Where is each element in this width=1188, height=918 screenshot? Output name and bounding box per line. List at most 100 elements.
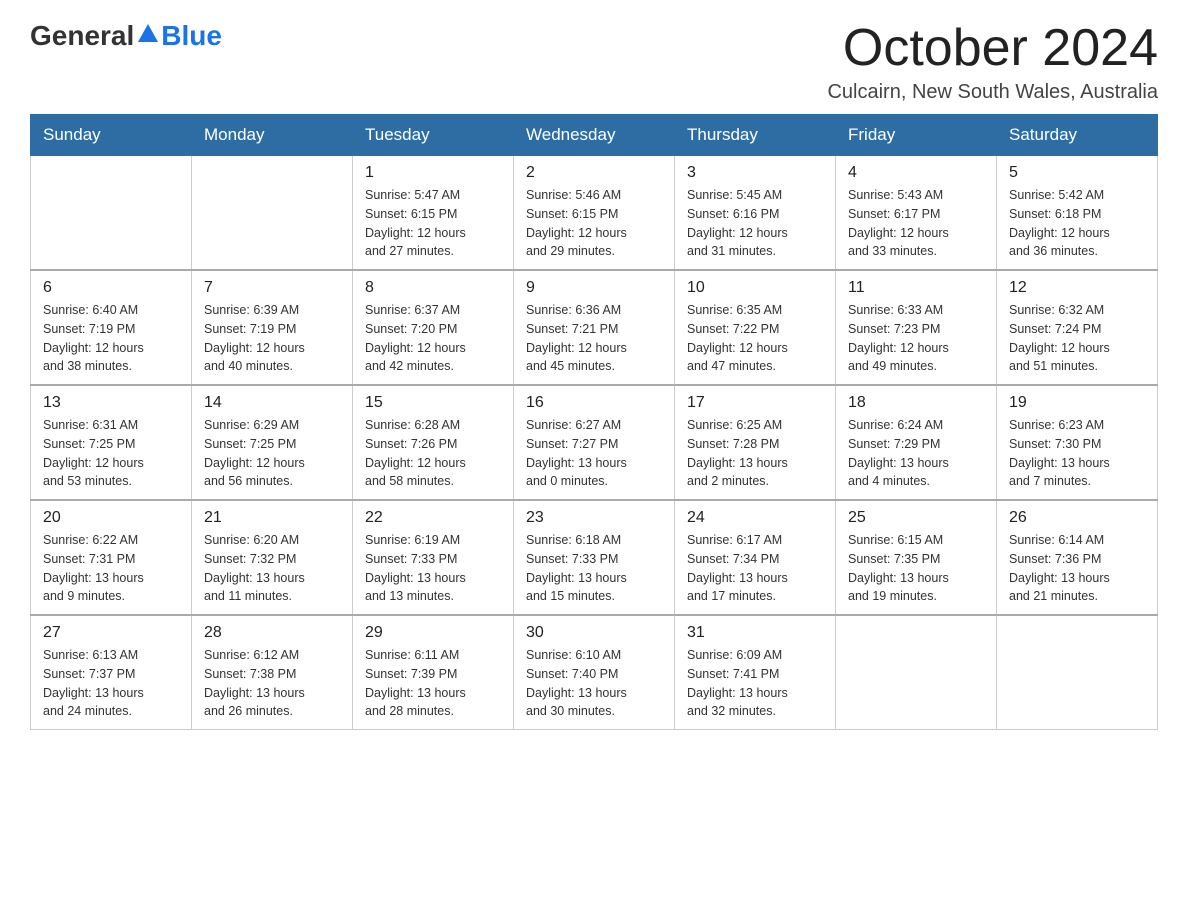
day-detail: Sunrise: 5:45 AM Sunset: 6:16 PM Dayligh… — [687, 186, 823, 261]
col-saturday: Saturday — [997, 115, 1158, 156]
month-title: October 2024 — [827, 20, 1158, 77]
day-number: 20 — [43, 509, 179, 527]
day-detail: Sunrise: 6:11 AM Sunset: 7:39 PM Dayligh… — [365, 646, 501, 721]
table-row: 17 Sunrise: 6:25 AM Sunset: 7:28 PM Dayli… — [675, 385, 836, 500]
table-row: 29 Sunrise: 6:11 AM Sunset: 7:39 PM Dayli… — [353, 615, 514, 730]
day-number: 28 — [204, 624, 340, 642]
table-row: 28 Sunrise: 6:12 AM Sunset: 7:38 PM Dayli… — [192, 615, 353, 730]
table-row: 22Sunrise: 6:19 AM Sunset: 7:33 PM Dayli… — [353, 500, 514, 615]
table-row: 3 Sunrise: 5:45 AM Sunset: 6:16 PM Daylig… — [675, 156, 836, 271]
day-detail: Sunrise: 6:27 AM Sunset: 7:27 PM Dayligh… — [526, 416, 662, 491]
col-tuesday: Tuesday — [353, 115, 514, 156]
logo-triangle-icon — [136, 22, 160, 46]
day-number: 4 — [848, 164, 984, 182]
day-detail: Sunrise: 5:47 AM Sunset: 6:15 PM Dayligh… — [365, 186, 501, 261]
calendar-table: Sunday Monday Tuesday Wednesday Thursday… — [30, 114, 1158, 730]
day-number: 23 — [526, 509, 662, 527]
day-number: 31 — [687, 624, 823, 642]
day-detail: Sunrise: 6:28 AM Sunset: 7:26 PM Dayligh… — [365, 416, 501, 491]
day-number: 5 — [1009, 164, 1145, 182]
day-detail: Sunrise: 6:33 AM Sunset: 7:23 PM Dayligh… — [848, 301, 984, 376]
day-number: 2 — [526, 164, 662, 182]
day-number: 7 — [204, 279, 340, 297]
calendar-week-row: 20 Sunrise: 6:22 AM Sunset: 7:31 PM Dayli… — [31, 500, 1158, 615]
day-number: 24 — [687, 509, 823, 527]
day-number: 12 — [1009, 279, 1145, 297]
table-row: 4 Sunrise: 5:43 AM Sunset: 6:17 PM Daylig… — [836, 156, 997, 271]
day-detail: Sunrise: 6:39 AM Sunset: 7:19 PM Dayligh… — [204, 301, 340, 376]
col-wednesday: Wednesday — [514, 115, 675, 156]
table-row: 5 Sunrise: 5:42 AM Sunset: 6:18 PM Daylig… — [997, 156, 1158, 271]
day-detail: Sunrise: 6:17 AM Sunset: 7:34 PM Dayligh… — [687, 531, 823, 606]
table-row: 10 Sunrise: 6:35 AM Sunset: 7:22 PM Dayli… — [675, 270, 836, 385]
day-number: 6 — [43, 279, 179, 297]
title-area: October 2024 Culcairn, New South Wales, … — [827, 20, 1158, 104]
table-row: 26 Sunrise: 6:14 AM Sunset: 7:36 PM Dayli… — [997, 500, 1158, 615]
day-detail: Sunrise: 6:35 AM Sunset: 7:22 PM Dayligh… — [687, 301, 823, 376]
day-detail: Sunrise: 6:25 AM Sunset: 7:28 PM Dayligh… — [687, 416, 823, 491]
day-detail: Sunrise: 5:43 AM Sunset: 6:17 PM Dayligh… — [848, 186, 984, 261]
day-detail: Sunrise: 6:14 AM Sunset: 7:36 PM Dayligh… — [1009, 531, 1145, 606]
day-number: 26 — [1009, 509, 1145, 527]
table-row: 11 Sunrise: 6:33 AM Sunset: 7:23 PM Dayli… — [836, 270, 997, 385]
day-number: 29 — [365, 624, 501, 642]
day-number: 18 — [848, 394, 984, 412]
calendar-week-row: 1 Sunrise: 5:47 AM Sunset: 6:15 PM Daylig… — [31, 156, 1158, 271]
day-number: 17 — [687, 394, 823, 412]
day-number: 1 — [365, 164, 501, 182]
table-row: 6Sunrise: 6:40 AM Sunset: 7:19 PM Daylig… — [31, 270, 192, 385]
table-row — [192, 156, 353, 271]
table-row: 2 Sunrise: 5:46 AM Sunset: 6:15 PM Daylig… — [514, 156, 675, 271]
day-detail: Sunrise: 5:46 AM Sunset: 6:15 PM Dayligh… — [526, 186, 662, 261]
calendar-header-row: Sunday Monday Tuesday Wednesday Thursday… — [31, 115, 1158, 156]
table-row: 19 Sunrise: 6:23 AM Sunset: 7:30 PM Dayli… — [997, 385, 1158, 500]
table-row: 15 Sunrise: 6:28 AM Sunset: 7:26 PM Dayli… — [353, 385, 514, 500]
table-row: 9 Sunrise: 6:36 AM Sunset: 7:21 PM Daylig… — [514, 270, 675, 385]
table-row: 31 Sunrise: 6:09 AM Sunset: 7:41 PM Dayli… — [675, 615, 836, 730]
page-header: General Blue October 2024 Culcairn, New … — [30, 20, 1158, 104]
day-number: 22 — [365, 509, 501, 527]
day-number: 9 — [526, 279, 662, 297]
table-row: 25Sunrise: 6:15 AM Sunset: 7:35 PM Dayli… — [836, 500, 997, 615]
day-detail: Sunrise: 6:12 AM Sunset: 7:38 PM Dayligh… — [204, 646, 340, 721]
day-number: 30 — [526, 624, 662, 642]
day-number: 16 — [526, 394, 662, 412]
day-detail: Sunrise: 6:22 AM Sunset: 7:31 PM Dayligh… — [43, 531, 179, 606]
day-number: 11 — [848, 279, 984, 297]
table-row: 24 Sunrise: 6:17 AM Sunset: 7:34 PM Dayli… — [675, 500, 836, 615]
day-detail: Sunrise: 5:42 AM Sunset: 6:18 PM Dayligh… — [1009, 186, 1145, 261]
table-row: 27Sunrise: 6:13 AM Sunset: 7:37 PM Dayli… — [31, 615, 192, 730]
day-number: 8 — [365, 279, 501, 297]
day-number: 19 — [1009, 394, 1145, 412]
day-detail: Sunrise: 6:23 AM Sunset: 7:30 PM Dayligh… — [1009, 416, 1145, 491]
day-detail: Sunrise: 6:29 AM Sunset: 7:25 PM Dayligh… — [204, 416, 340, 491]
logo: General Blue — [30, 20, 222, 52]
day-number: 25 — [848, 509, 984, 527]
day-detail: Sunrise: 6:09 AM Sunset: 7:41 PM Dayligh… — [687, 646, 823, 721]
calendar-week-row: 27Sunrise: 6:13 AM Sunset: 7:37 PM Dayli… — [31, 615, 1158, 730]
day-detail: Sunrise: 6:10 AM Sunset: 7:40 PM Dayligh… — [526, 646, 662, 721]
day-detail: Sunrise: 6:24 AM Sunset: 7:29 PM Dayligh… — [848, 416, 984, 491]
table-row: 16 Sunrise: 6:27 AM Sunset: 7:27 PM Dayli… — [514, 385, 675, 500]
day-number: 10 — [687, 279, 823, 297]
table-row: 18 Sunrise: 6:24 AM Sunset: 7:29 PM Dayli… — [836, 385, 997, 500]
location-subtitle: Culcairn, New South Wales, Australia — [827, 81, 1158, 104]
calendar-week-row: 13Sunrise: 6:31 AM Sunset: 7:25 PM Dayli… — [31, 385, 1158, 500]
day-detail: Sunrise: 6:36 AM Sunset: 7:21 PM Dayligh… — [526, 301, 662, 376]
day-detail: Sunrise: 6:32 AM Sunset: 7:24 PM Dayligh… — [1009, 301, 1145, 376]
day-number: 3 — [687, 164, 823, 182]
col-friday: Friday — [836, 115, 997, 156]
table-row: 13Sunrise: 6:31 AM Sunset: 7:25 PM Dayli… — [31, 385, 192, 500]
table-row — [31, 156, 192, 271]
table-row: 23Sunrise: 6:18 AM Sunset: 7:33 PM Dayli… — [514, 500, 675, 615]
table-row — [836, 615, 997, 730]
table-row — [997, 615, 1158, 730]
table-row: 30 Sunrise: 6:10 AM Sunset: 7:40 PM Dayli… — [514, 615, 675, 730]
day-number: 15 — [365, 394, 501, 412]
day-number: 21 — [204, 509, 340, 527]
table-row: 20 Sunrise: 6:22 AM Sunset: 7:31 PM Dayli… — [31, 500, 192, 615]
col-monday: Monday — [192, 115, 353, 156]
day-detail: Sunrise: 6:13 AM Sunset: 7:37 PM Dayligh… — [43, 646, 179, 721]
table-row: 21Sunrise: 6:20 AM Sunset: 7:32 PM Dayli… — [192, 500, 353, 615]
col-thursday: Thursday — [675, 115, 836, 156]
